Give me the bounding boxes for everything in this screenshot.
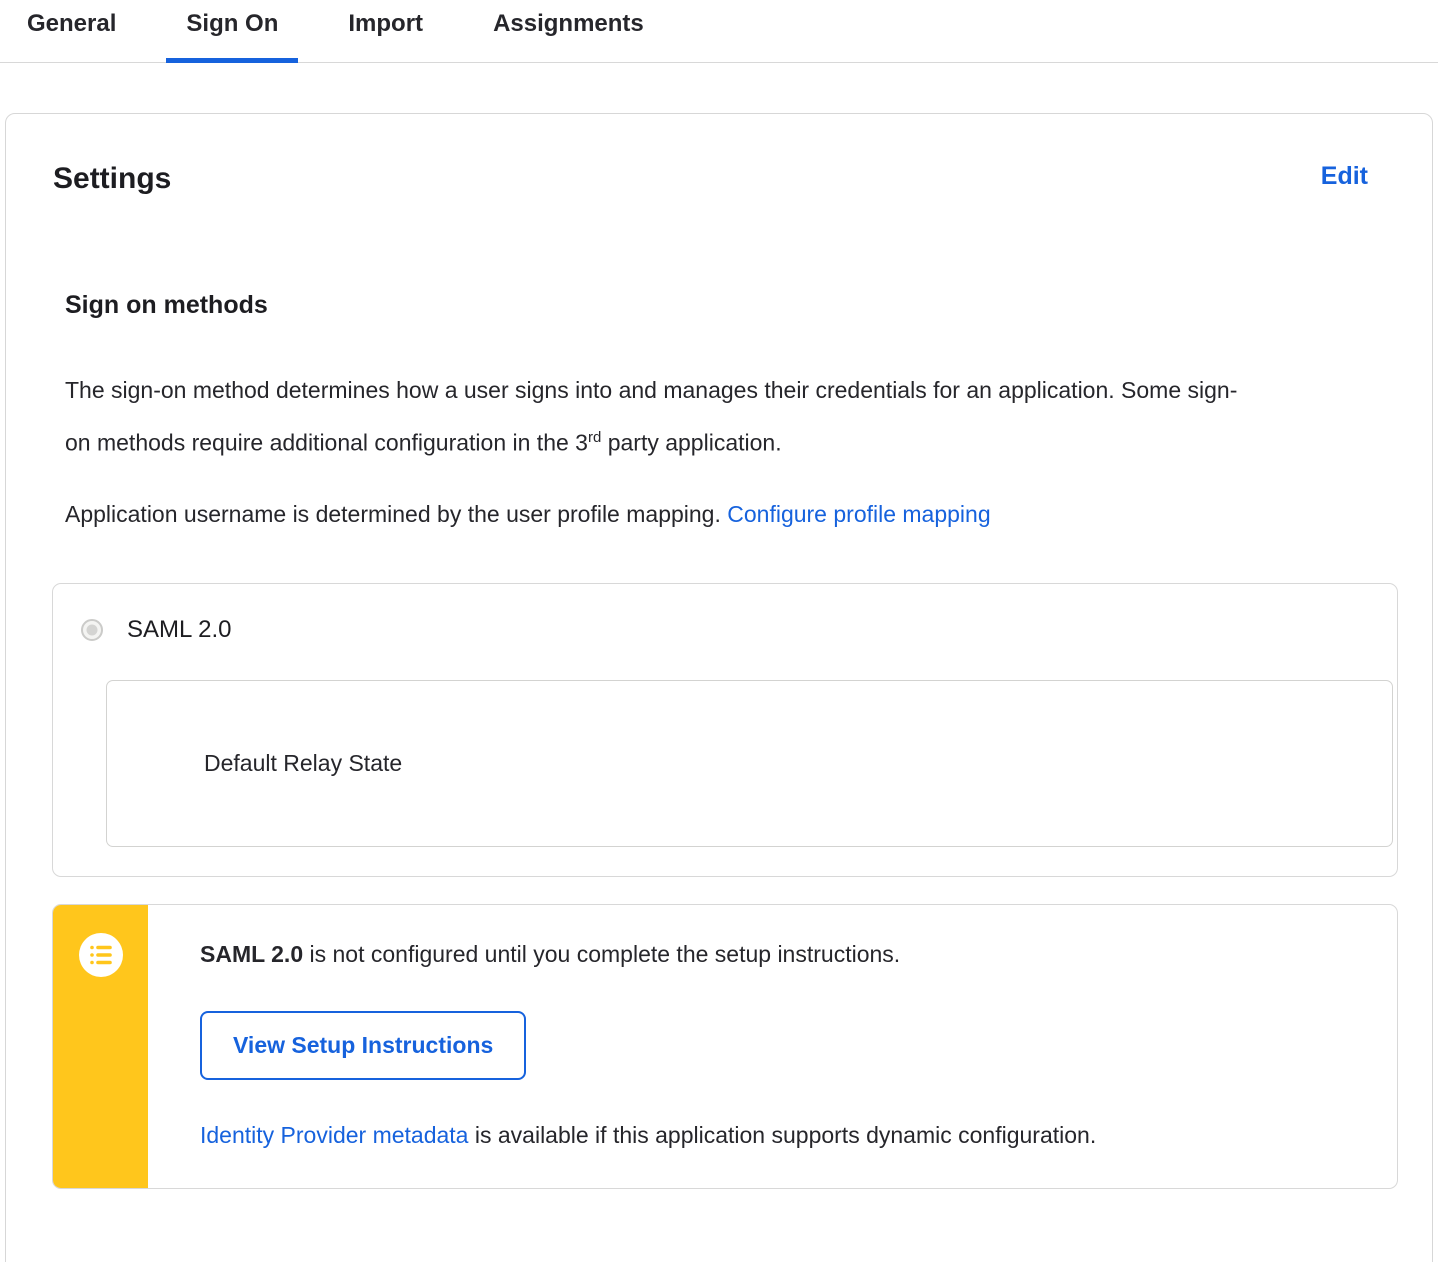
default-relay-state-label: Default Relay State	[204, 749, 403, 776]
configure-profile-mapping-link[interactable]: Configure profile mapping	[727, 501, 990, 527]
tab-import[interactable]: Import	[328, 10, 443, 62]
callout-message-rest: is not configured until you complete the…	[303, 940, 901, 967]
saml-radio-button[interactable]	[81, 618, 103, 641]
description-text-part2: party application.	[601, 429, 782, 456]
settings-card-header: Settings Edit	[52, 162, 1399, 196]
edit-settings-link[interactable]: Edit	[1321, 162, 1368, 191]
saml-not-configured-callout: SAML 2.0 is not configured until you com…	[52, 903, 1398, 1189]
username-note-text: Application username is determined by th…	[65, 500, 728, 527]
callout-message: SAML 2.0 is not configured until you com…	[200, 941, 1397, 968]
saml-radio-label: SAML 2.0	[127, 615, 232, 643]
identity-provider-metadata-note: Identity Provider metadata is available …	[200, 1122, 1397, 1149]
settings-card: Settings Edit Sign on methods The sign-o…	[5, 113, 1433, 1262]
tab-general[interactable]: General	[7, 10, 136, 62]
application-username-note: Application username is determined by th…	[65, 490, 1399, 538]
callout-accent-stripe	[53, 904, 148, 1188]
saml-method-panel: SAML 2.0 Default Relay State	[52, 582, 1398, 877]
view-setup-instructions-button[interactable]: View Setup Instructions	[200, 1010, 527, 1080]
default-relay-state-box: Default Relay State	[106, 679, 1393, 847]
identity-provider-metadata-link[interactable]: Identity Provider metadata	[200, 1122, 468, 1148]
page-title: Settings	[53, 162, 172, 195]
callout-message-bold: SAML 2.0	[200, 940, 304, 967]
saml-radio-row[interactable]: SAML 2.0	[81, 616, 1364, 644]
sign-on-methods-heading: Sign on methods	[65, 291, 268, 319]
description-superscript: rd	[587, 429, 602, 446]
tab-assignments[interactable]: Assignments	[473, 10, 664, 62]
metadata-note-rest: is available if this application support…	[468, 1121, 1097, 1148]
sign-on-method-description: The sign-on method determines how a user…	[65, 366, 1250, 467]
list-icon	[78, 932, 123, 977]
app-tab-bar: General Sign On Import Assignments	[0, 0, 1438, 63]
tab-sign-on[interactable]: Sign On	[166, 10, 299, 63]
callout-body: SAML 2.0 is not configured until you com…	[148, 905, 1397, 1188]
